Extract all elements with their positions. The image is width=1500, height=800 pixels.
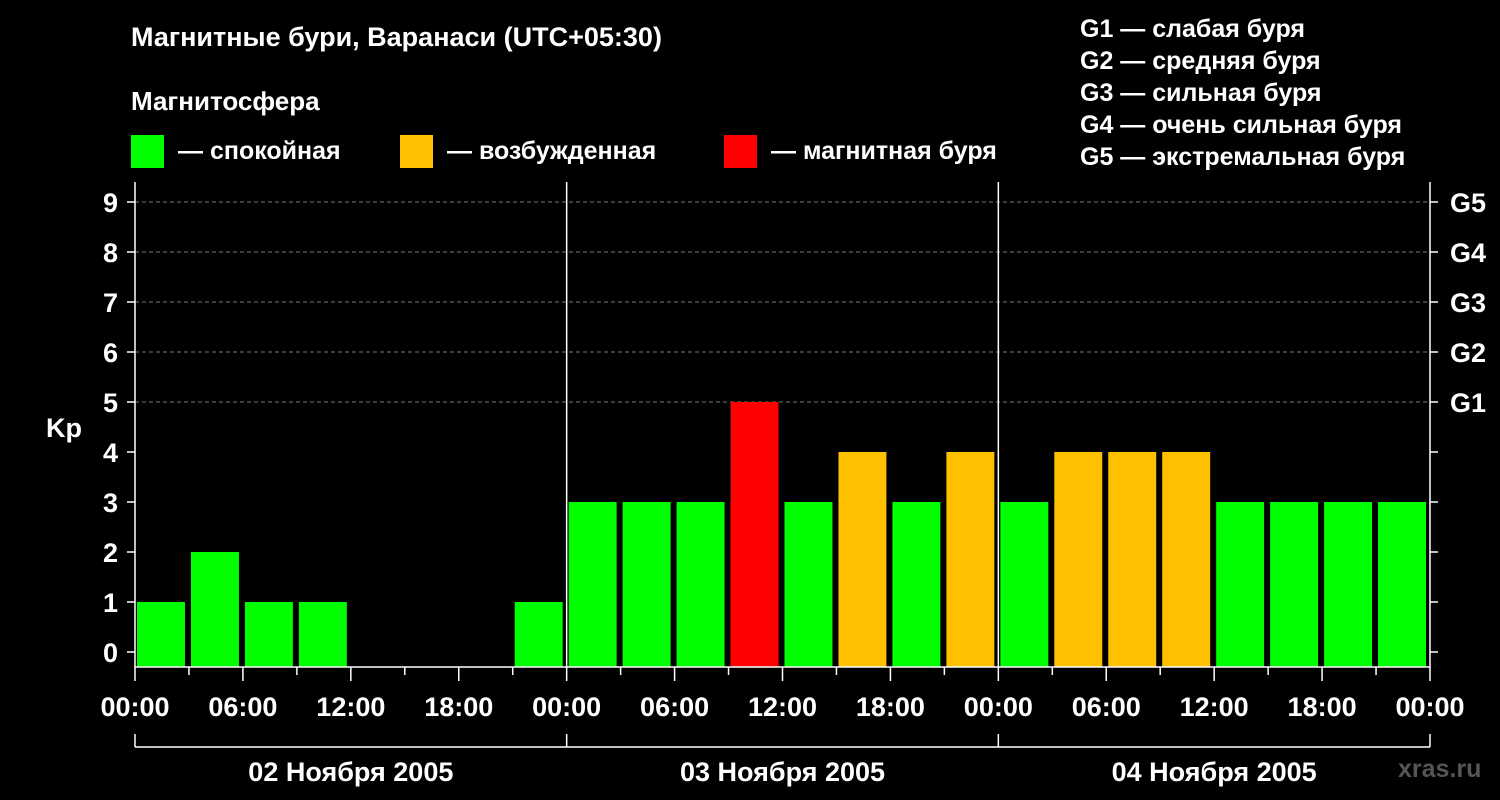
kp-bar xyxy=(676,502,725,667)
kp-bar xyxy=(298,602,347,667)
watermark: xras.ru xyxy=(1398,755,1482,783)
x-tick-label: 06:00 xyxy=(640,692,709,722)
kp-bar xyxy=(1216,502,1265,667)
kp-bar xyxy=(1378,502,1426,667)
x-tick-label: 12:00 xyxy=(748,692,817,722)
kp-bar xyxy=(892,502,941,667)
y-axis-label: Kp xyxy=(46,413,82,443)
y-tick-label: 4 xyxy=(103,438,118,468)
y-tick-label: 3 xyxy=(103,488,118,518)
x-tick-label: 06:00 xyxy=(208,692,277,722)
y-tick-label: 1 xyxy=(103,588,118,618)
x-tick-label: 12:00 xyxy=(1180,692,1249,722)
kp-bar xyxy=(137,602,185,667)
kp-bar xyxy=(514,602,563,667)
g-level-label: G1 xyxy=(1450,388,1486,418)
kp-bar xyxy=(1054,452,1103,667)
kp-bar xyxy=(838,452,887,667)
x-tick-label: 00:00 xyxy=(1395,692,1464,722)
x-tick-label: 18:00 xyxy=(1288,692,1357,722)
g-level-label: G3 xyxy=(1450,288,1486,318)
y-tick-label: 9 xyxy=(103,188,118,218)
kp-bar xyxy=(1108,452,1157,667)
kp-bar xyxy=(244,602,293,667)
g-level-label: G4 xyxy=(1450,238,1486,268)
kp-bar xyxy=(730,402,779,667)
x-tick-label: 06:00 xyxy=(1072,692,1141,722)
kp-bar-chart: 0 1 2 3 4 5 6 7 8 9 Kp G1 G2 G3 G4 G5 00:00 06:00 12:00 18:… xyxy=(46,182,1486,787)
x-tick-label: 00:00 xyxy=(100,692,169,722)
y-tick-label: 5 xyxy=(103,388,118,418)
kp-bar xyxy=(622,502,671,667)
y-tick-label: 8 xyxy=(103,238,118,268)
kp-bar xyxy=(1270,502,1319,667)
y-tick-label: 6 xyxy=(103,338,118,368)
y-tick-label: 2 xyxy=(103,538,118,568)
y-tick-label: 7 xyxy=(103,288,118,318)
day-label: 03 Ноября 2005 xyxy=(680,757,885,787)
kp-bar xyxy=(1324,502,1373,667)
g-level-label: G5 xyxy=(1450,188,1486,218)
day-label: 02 Ноября 2005 xyxy=(248,757,453,787)
x-tick-label: 18:00 xyxy=(856,692,925,722)
kp-bar xyxy=(784,502,833,667)
day-label: 04 Ноября 2005 xyxy=(1112,757,1317,787)
x-tick-label: 00:00 xyxy=(532,692,601,722)
kp-bar xyxy=(1162,452,1211,667)
kp-bar xyxy=(946,452,995,667)
kp-bar xyxy=(568,502,617,667)
g-level-label: G2 xyxy=(1450,338,1486,368)
kp-bar xyxy=(190,552,239,667)
x-tick-label: 12:00 xyxy=(316,692,385,722)
x-tick-label: 00:00 xyxy=(964,692,1033,722)
y-tick-label: 0 xyxy=(103,638,118,668)
kp-bar xyxy=(1000,502,1049,667)
x-tick-label: 18:00 xyxy=(424,692,493,722)
